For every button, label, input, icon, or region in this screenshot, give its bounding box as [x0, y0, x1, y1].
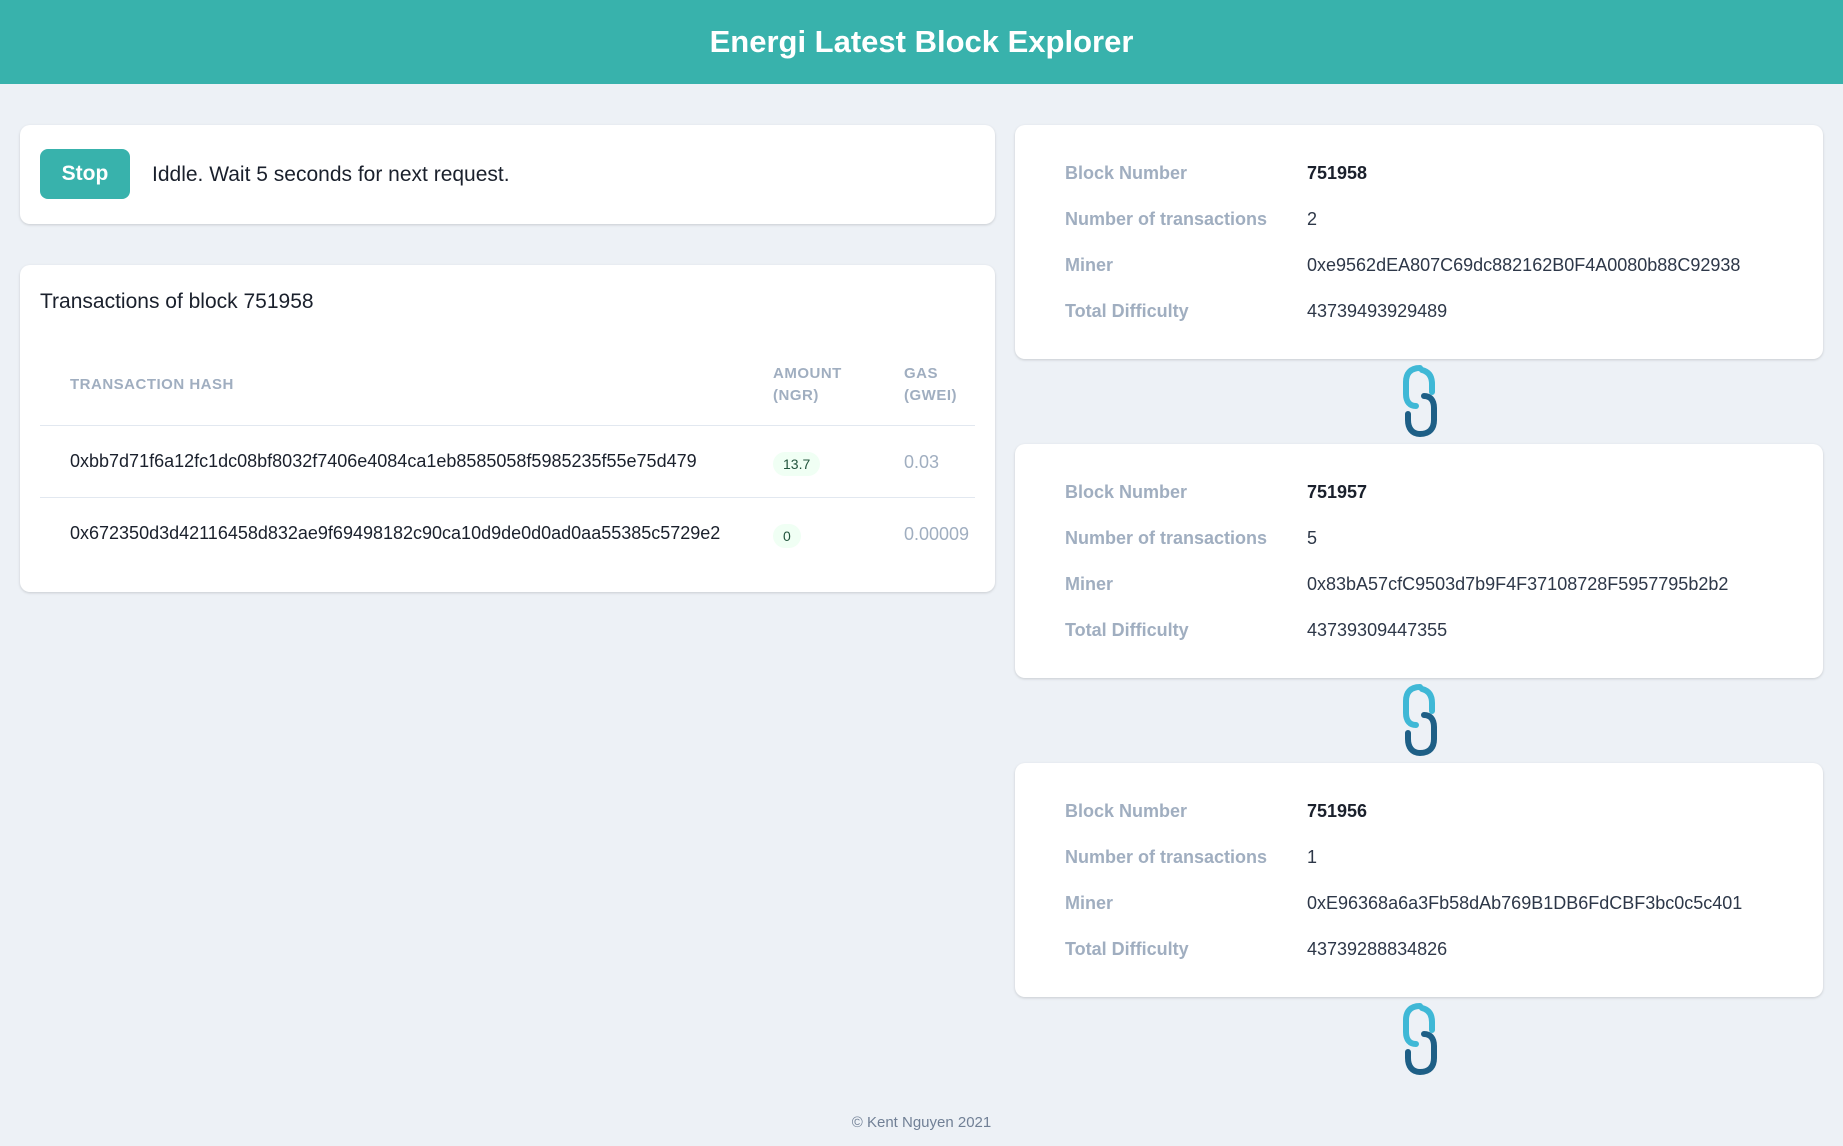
transaction-hash[interactable]: 0x672350d3d42116458d832ae9f69498182c90ca…: [70, 523, 720, 544]
miner-value: 0x83bA57cfC9503d7b9F4F37108728F5957795b2…: [1307, 574, 1729, 594]
stop-button[interactable]: Stop: [40, 149, 130, 199]
block-card: Block Number 751958 Number of transactio…: [1015, 125, 1823, 359]
miner-label: Miner: [1065, 893, 1114, 913]
tx-count-label: Number of transactions: [1065, 209, 1268, 229]
miner-label: Miner: [1065, 574, 1114, 594]
status-text: Iddle. Wait 5 seconds for next request.: [152, 163, 510, 186]
transaction-hash[interactable]: 0xbb7d71f6a12fc1dc08bf8032f7406e4084ca1e…: [70, 451, 697, 472]
transactions-title: Transactions of block 751958: [40, 290, 314, 313]
amount-badge: 13.7: [773, 452, 821, 476]
column-header-gas-line2: (GWEI): [904, 387, 957, 404]
table-row: 0x672350d3d42116458d832ae9f69498182c90ca…: [40, 497, 975, 570]
column-header-hash: TRANSACTION HASH: [70, 376, 234, 393]
miner-value: 0xe9562dEA807C69dc882162B0F4A0080b88C929…: [1307, 255, 1741, 275]
column-header-amount-line2: (NGR): [773, 387, 819, 404]
column-header-gas-line1: GAS: [904, 365, 939, 382]
tx-count-value: 5: [1307, 528, 1318, 548]
difficulty-value: 43739288834826: [1307, 939, 1448, 959]
block-number-label: Block Number: [1065, 163, 1188, 183]
transactions-panel: Transactions of block 751958 TRANSACTION…: [20, 265, 995, 592]
chain-link-icon: [1403, 684, 1437, 757]
chain-link-icon: [1403, 1003, 1437, 1076]
block-number-value: 751958: [1307, 163, 1368, 183]
difficulty-value: 43739309447355: [1307, 620, 1448, 640]
difficulty-value: 43739493929489: [1307, 301, 1448, 321]
copyright-text: © Kent Nguyen 2021: [851, 1114, 992, 1131]
gas-value: 0.00009: [904, 524, 970, 544]
page-title: Energi Latest Block Explorer: [709, 24, 1134, 59]
block-number-label: Block Number: [1065, 482, 1188, 502]
tx-count-value: 2: [1307, 209, 1318, 229]
block-number-value: 751956: [1307, 801, 1368, 821]
amount-badge: 0: [773, 524, 801, 548]
column-header-amount-line1: AMOUNT: [773, 365, 842, 382]
column-header-amount: AMOUNT (NGR): [773, 363, 842, 407]
block-card: Block Number 751957 Number of transactio…: [1015, 444, 1823, 678]
footer: © Kent Nguyen 2021: [0, 1114, 1843, 1131]
app-header: Energi Latest Block Explorer: [0, 0, 1843, 84]
difficulty-label: Total Difficulty: [1065, 620, 1189, 640]
difficulty-label: Total Difficulty: [1065, 301, 1189, 321]
tx-count-label: Number of transactions: [1065, 528, 1268, 548]
tx-count-label: Number of transactions: [1065, 847, 1268, 867]
gas-value: 0.03: [904, 452, 940, 472]
column-header-gas: GAS (GWEI): [904, 363, 957, 407]
table-row: 0xbb7d71f6a12fc1dc08bf8032f7406e4084ca1e…: [40, 425, 975, 498]
block-number-label: Block Number: [1065, 801, 1188, 821]
chain-link-icon: [1403, 365, 1437, 438]
tx-count-value: 1: [1307, 847, 1318, 867]
difficulty-label: Total Difficulty: [1065, 939, 1189, 959]
block-number-value: 751957: [1307, 482, 1368, 502]
miner-value: 0xE96368a6a3Fb58dAb769B1DB6FdCBF3bc0c5c4…: [1307, 893, 1743, 913]
control-panel: Stop Iddle. Wait 5 seconds for next requ…: [20, 125, 995, 224]
miner-label: Miner: [1065, 255, 1114, 275]
block-card: Block Number 751956 Number of transactio…: [1015, 763, 1823, 997]
